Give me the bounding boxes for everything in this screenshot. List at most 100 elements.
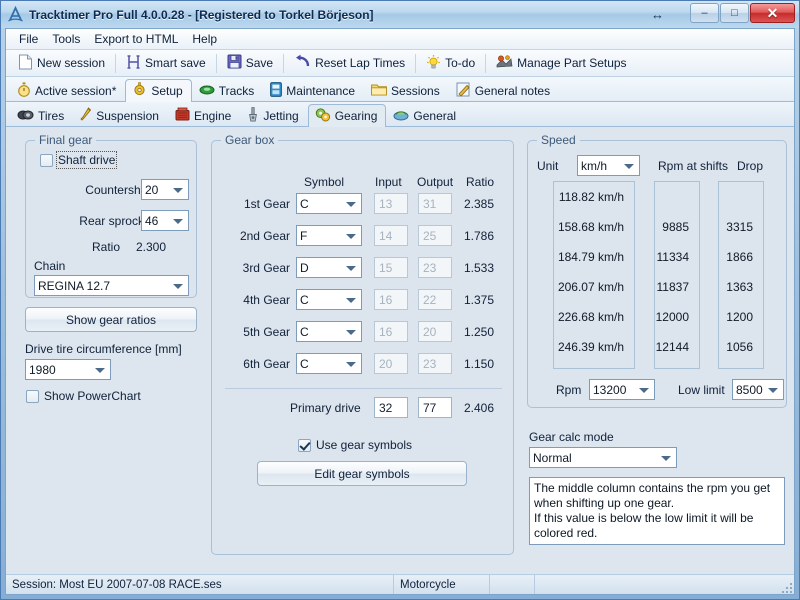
- subtab-engine[interactable]: Engine: [168, 104, 240, 126]
- smart-save-button[interactable]: Smart save: [119, 52, 213, 75]
- close-button[interactable]: ✕: [750, 3, 795, 23]
- client-area: File Tools Export to HTML Help New sessi…: [5, 28, 795, 595]
- tire-icon: [17, 108, 34, 124]
- subtab-jetting[interactable]: Jetting: [240, 104, 307, 126]
- chain-combo[interactable]: REGINA 12.7: [34, 275, 189, 296]
- status-vehicle-pane: Motorcycle: [394, 575, 490, 594]
- show-gear-ratios-label: Show gear ratios: [65, 312, 157, 327]
- gear-calc-mode-value: Normal: [533, 450, 572, 465]
- tab-active-session[interactable]: Active session*: [10, 79, 125, 101]
- close-glyph: ✕: [766, 5, 779, 21]
- track-green-icon: [199, 83, 215, 99]
- subtab-general[interactable]: General: [386, 104, 465, 126]
- subtab-suspension[interactable]: Suspension: [73, 104, 168, 126]
- gear-output-value: 25: [423, 228, 437, 243]
- tab-maintenance[interactable]: Maintenance: [263, 79, 364, 101]
- window-title: Tracktimer Pro Full 4.0.0.28 - [Register…: [29, 7, 374, 22]
- main-tab-strip: Active session* Setup Tracks Maintenance…: [6, 77, 794, 102]
- rear-sprocket-combo[interactable]: 46: [141, 210, 189, 231]
- rpm-list-item: 11837: [656, 280, 689, 294]
- gear-input-value: 14: [379, 228, 393, 243]
- toolbar-separator: [485, 53, 487, 73]
- chevron-down-icon: [346, 329, 356, 335]
- rpm-at-shifts-listbox[interactable]: 9885 11334 11837 12000 12144: [654, 181, 700, 369]
- save-button[interactable]: Save: [220, 52, 280, 75]
- gear-symbol-combo[interactable]: C: [296, 321, 362, 342]
- gear-ratio-value: 1.150: [464, 357, 495, 371]
- menu-item-help[interactable]: Help: [185, 30, 224, 48]
- gear-symbol-value: F: [300, 228, 308, 243]
- unit-combo[interactable]: km/h: [577, 155, 640, 176]
- smart-save-icon: [126, 54, 141, 73]
- use-gear-symbols-checkbox[interactable]: Use gear symbols: [298, 438, 412, 452]
- gear-symbol-combo[interactable]: C: [296, 289, 362, 310]
- gearbox-header-output: Output: [417, 175, 454, 189]
- use-gear-symbols-checkbox-box: [298, 438, 311, 452]
- shaft-drive-checkbox[interactable]: Shaft drive: [40, 151, 118, 169]
- countershaft-combo[interactable]: 20: [141, 179, 189, 200]
- gear-symbol-combo[interactable]: C: [296, 193, 362, 214]
- edit-gear-symbols-button[interactable]: Edit gear symbols: [257, 461, 467, 486]
- new-session-button[interactable]: New session: [11, 52, 112, 75]
- gear-row-name: 4th Gear: [243, 293, 290, 307]
- rpm-combo[interactable]: 13200: [589, 379, 655, 400]
- minimize-button[interactable]: –: [690, 3, 719, 23]
- todo-label: To-do: [445, 56, 476, 70]
- drop-listbox[interactable]: 3315 1866 1363 1200 1056: [718, 181, 764, 369]
- manage-part-setups-button[interactable]: Manage Part Setups: [489, 52, 633, 75]
- subtab-gearing[interactable]: Gearing: [307, 104, 387, 127]
- gearbox-header-ratio: Ratio: [466, 175, 495, 189]
- rpm-value: 13200: [593, 382, 627, 397]
- rear-sprocket-value: 46: [145, 213, 159, 228]
- tab-setup[interactable]: Setup: [125, 79, 192, 102]
- speed-groupbox: Speed Unit km/h Rpm at shifts Drop 118.8…: [527, 133, 787, 408]
- final-ratio-label: Ratio: [92, 240, 121, 254]
- subtab-tires[interactable]: Tires: [10, 104, 73, 126]
- lightbulb-icon: [426, 54, 441, 73]
- show-powerchart-checkbox[interactable]: Show PowerChart: [26, 389, 141, 403]
- primary-drive-input-field[interactable]: 32: [374, 397, 408, 418]
- gear-symbol-value: C: [300, 324, 309, 339]
- chain-label: Chain: [34, 259, 66, 273]
- gear-symbol-combo[interactable]: C: [296, 353, 362, 374]
- engine-icon: [175, 107, 190, 124]
- menu-item-export-to-html[interactable]: Export to HTML: [87, 30, 185, 48]
- shaft-drive-checkbox-box: [40, 153, 53, 167]
- speed-listbox[interactable]: 118.82 km/h 158.68 km/h 184.79 km/h 206.…: [553, 181, 635, 369]
- show-powerchart-label: Show PowerChart: [44, 389, 141, 403]
- tab-sessions[interactable]: Sessions: [364, 79, 449, 101]
- resize-grip-icon[interactable]: [780, 581, 792, 593]
- drop-list-item: 3315: [726, 220, 753, 234]
- gear-ratio-value: 1.786: [464, 229, 495, 243]
- final-gear-title: Final gear: [35, 133, 97, 147]
- reset-lap-times-button[interactable]: Reset Lap Times: [287, 52, 412, 75]
- todo-button[interactable]: To-do: [419, 52, 482, 75]
- use-gear-symbols-label: Use gear symbols: [316, 438, 413, 452]
- gear-input-field: 13: [374, 193, 408, 214]
- low-limit-combo[interactable]: 8500: [732, 379, 784, 400]
- tab-tracks-label: Tracks: [218, 83, 255, 98]
- gear-ratio-value: 1.533: [464, 261, 495, 275]
- gear-row-name: 1st Gear: [243, 197, 290, 211]
- tab-general-notes[interactable]: General notes: [449, 79, 559, 101]
- gear-symbol-combo[interactable]: F: [296, 225, 362, 246]
- chevron-down-icon: [346, 233, 356, 239]
- gear-calc-description[interactable]: The middle column contains the rpm you g…: [529, 477, 785, 545]
- show-gear-ratios-button[interactable]: Show gear ratios: [25, 307, 197, 332]
- menu-item-file[interactable]: File: [12, 30, 45, 48]
- gear-row-name: 3rd Gear: [242, 261, 290, 275]
- maximize-button[interactable]: □: [720, 3, 749, 23]
- undo-arrow-icon: [294, 54, 311, 72]
- smart-save-label: Smart save: [145, 56, 206, 70]
- gear-calc-mode-combo[interactable]: Normal: [529, 447, 677, 468]
- gear-row-name: 6th Gear: [243, 357, 290, 371]
- chevron-down-icon: [173, 187, 183, 193]
- gear-input-field: 14: [374, 225, 408, 246]
- chevron-down-icon: [346, 201, 356, 207]
- gear-output-field: 23: [418, 353, 452, 374]
- gear-symbol-combo[interactable]: D: [296, 257, 362, 278]
- menu-item-tools[interactable]: Tools: [45, 30, 87, 48]
- tab-tracks[interactable]: Tracks: [192, 79, 264, 101]
- tire-circumference-combo[interactable]: 1980: [25, 359, 111, 380]
- primary-drive-output-field[interactable]: 77: [418, 397, 452, 418]
